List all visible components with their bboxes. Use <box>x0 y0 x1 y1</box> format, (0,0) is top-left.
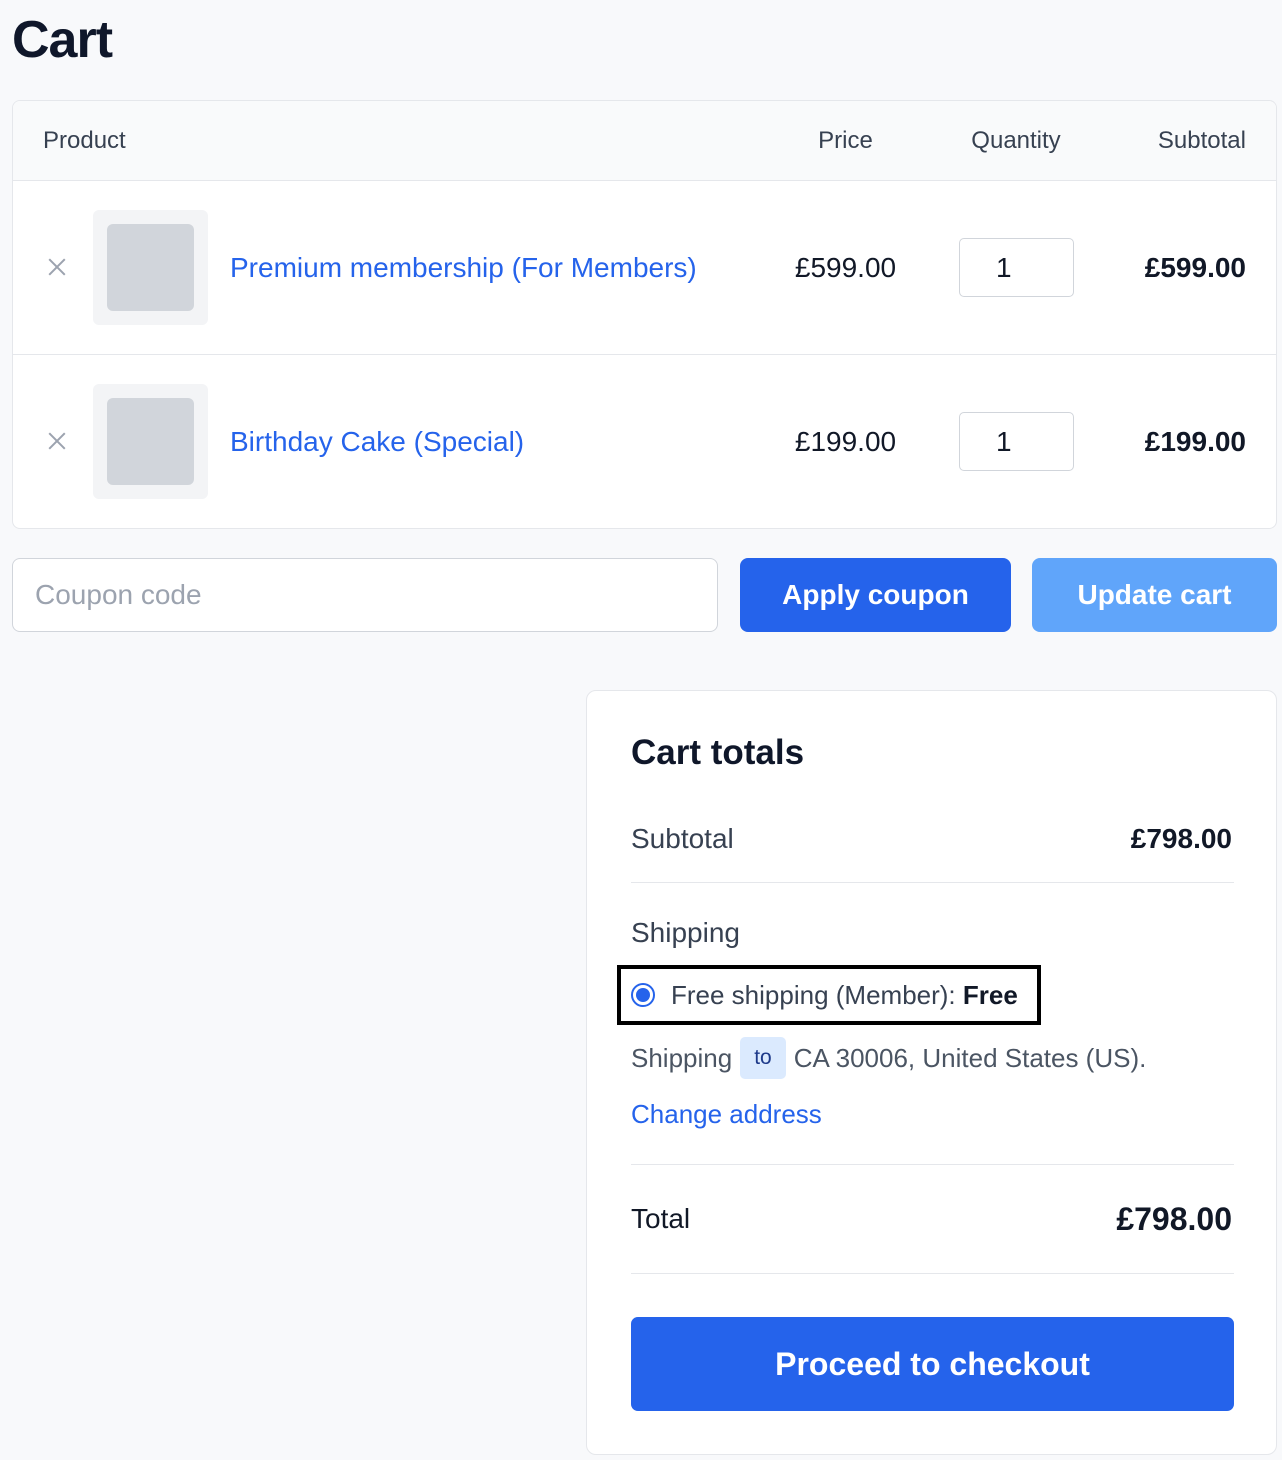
cart-table: Product Price Quantity Subtotal Premium … <box>12 100 1277 529</box>
cart-totals-title: Cart totals <box>631 733 805 772</box>
change-address-link[interactable]: Change address <box>631 1099 822 1130</box>
shipping-destination: Shipping to CA 30006, United States (US)… <box>631 1037 1146 1079</box>
image-placeholder <box>107 224 194 311</box>
quantity-input[interactable] <box>959 238 1074 297</box>
shipping-method-name: Free shipping (Member): <box>671 979 963 1010</box>
total-label: Total <box>631 1203 691 1234</box>
image-placeholder <box>107 398 194 485</box>
product-thumbnail[interactable] <box>93 210 208 325</box>
table-header: Product Price Quantity Subtotal <box>13 101 1276 181</box>
divider <box>631 1273 1234 1274</box>
product-link[interactable]: Premium membership (For Members) <box>230 181 697 355</box>
cart-totals-panel: Cart totals Subtotal £798.00 Shipping Fr… <box>586 690 1277 1455</box>
shipping-option-price: Free <box>962 979 1018 1010</box>
radio-selected-icon[interactable] <box>631 983 655 1007</box>
header-price: Price <box>818 127 873 154</box>
shipping-address: CA 30006, United States (US). <box>793 1042 1147 1073</box>
row-subtotal: £199.00 <box>1144 426 1246 457</box>
close-icon[interactable] <box>45 255 69 279</box>
product-link[interactable]: Birthday Cake (Special) <box>230 355 524 528</box>
apply-coupon-button[interactable]: Apply coupon <box>740 558 1011 632</box>
table-row: Premium membership (For Members) £599.00… <box>13 181 1276 355</box>
shipping-prefix: Shipping <box>631 1042 733 1073</box>
shipping-option-free[interactable]: Free shipping (Member): Free <box>617 965 1041 1025</box>
header-quantity: Quantity <box>971 127 1061 154</box>
table-row: Birthday Cake (Special) £199.00 £199.00 <box>13 355 1276 528</box>
divider <box>631 882 1234 883</box>
header-subtotal: Subtotal <box>1157 127 1246 154</box>
subtotal-label: Subtotal <box>631 823 734 854</box>
total-value: £798.00 <box>1116 1201 1232 1237</box>
row-subtotal: £599.00 <box>1144 252 1246 283</box>
subtotal-value: £798.00 <box>1130 823 1232 854</box>
radio-dot <box>636 988 650 1002</box>
to-badge: to <box>740 1037 786 1079</box>
product-thumbnail[interactable] <box>93 384 208 499</box>
header-product: Product <box>43 127 126 154</box>
coupon-code-input[interactable] <box>12 558 718 632</box>
close-icon[interactable] <box>45 429 69 453</box>
product-price: £199.00 <box>794 426 897 457</box>
quantity-input[interactable] <box>959 412 1074 471</box>
product-price: £599.00 <box>794 252 897 283</box>
update-cart-button[interactable]: Update cart <box>1032 558 1277 632</box>
shipping-option-label: Free shipping (Member): Free <box>671 980 1018 1011</box>
divider <box>631 1164 1234 1165</box>
proceed-to-checkout-button[interactable]: Proceed to checkout <box>631 1317 1234 1411</box>
page-title: Cart <box>12 11 113 69</box>
shipping-label: Shipping <box>631 917 740 948</box>
